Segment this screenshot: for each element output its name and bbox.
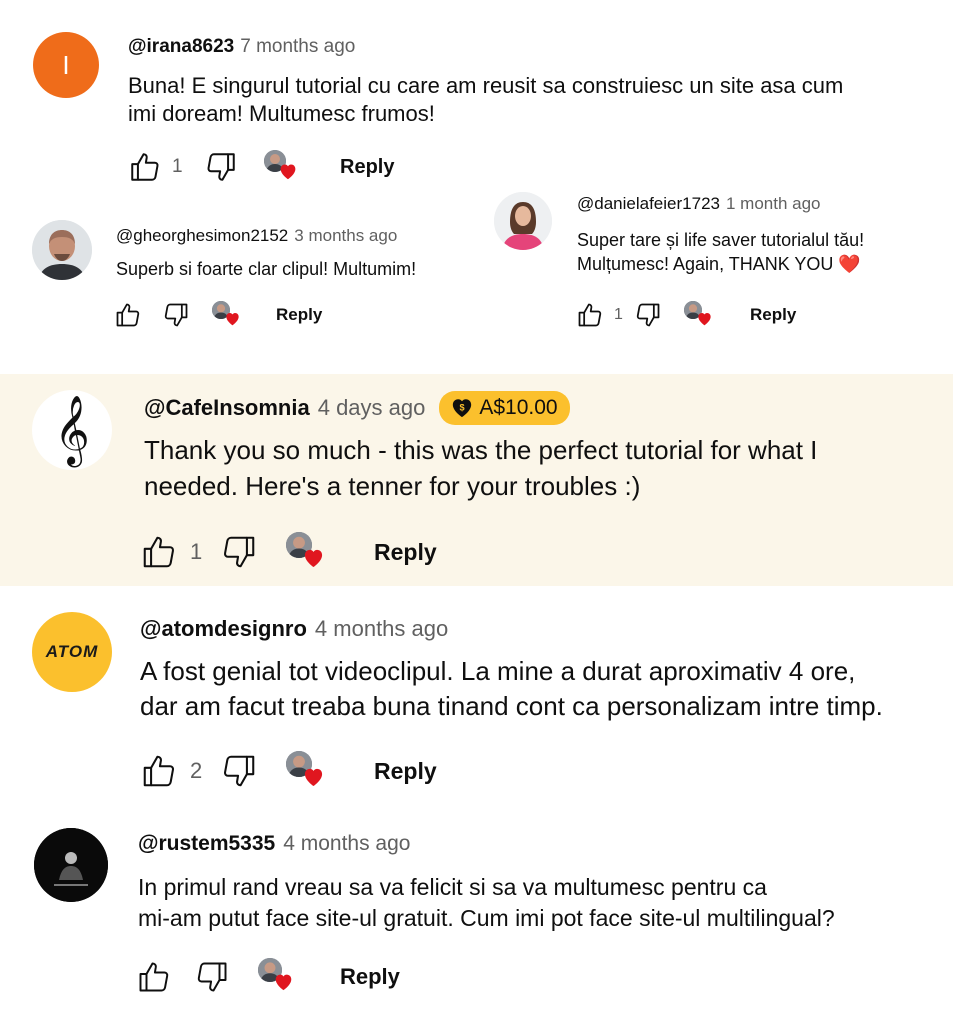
- comment-actions: 1 Reply: [128, 150, 394, 184]
- comment-meta: @irana8623 7 months ago: [128, 36, 355, 58]
- reply-button[interactable]: Reply: [374, 539, 437, 566]
- thumbs-up-icon[interactable]: [140, 752, 178, 790]
- comment-line: In primul rand vreau sa va felicit si sa…: [138, 874, 767, 900]
- thumbs-down-icon[interactable]: [162, 301, 190, 329]
- avatar-letter: I: [62, 49, 70, 80]
- thumbs-up-icon[interactable]: [136, 959, 172, 995]
- reply-button[interactable]: Reply: [374, 758, 437, 785]
- thumbs-down-icon[interactable]: [194, 959, 230, 995]
- comment-actions: 1 Reply: [576, 300, 796, 330]
- comment-line: Thank you so much - this was the perfect…: [144, 435, 818, 465]
- comment-time[interactable]: 4 months ago: [315, 616, 448, 642]
- treble-clef-icon: 𝄞: [54, 395, 90, 465]
- creator-heart-icon: [286, 532, 328, 572]
- comment-text: Superb si foarte clar clipul! Multumim!: [116, 258, 416, 281]
- comment-time[interactable]: 4 months ago: [283, 832, 410, 856]
- creator-heart-icon: [264, 150, 300, 184]
- avatar[interactable]: I: [33, 32, 99, 98]
- reply-button[interactable]: Reply: [340, 964, 400, 990]
- thumbs-down-icon[interactable]: [220, 533, 258, 571]
- comment-time[interactable]: 1 month ago: [726, 194, 821, 214]
- like-count: 2: [190, 758, 203, 783]
- like-count: 1: [614, 306, 623, 323]
- comment-meta: @gheorghesimon2152 3 months ago: [116, 226, 397, 246]
- comment-author[interactable]: @rustem5335: [138, 832, 275, 856]
- comment-meta: @atomdesignro 4 months ago: [140, 616, 448, 642]
- avatar[interactable]: 𝄞: [32, 390, 112, 470]
- comment-author[interactable]: @CafeInsomnia: [144, 395, 310, 421]
- super-thanks-amount: A$10.00: [479, 396, 558, 419]
- comment-actions: 2 Reply: [140, 751, 437, 791]
- avatar[interactable]: ATOM: [32, 612, 112, 692]
- comment-gheorghesimon2152: @gheorghesimon2152 3 months ago Superb s…: [0, 190, 480, 340]
- reply-button[interactable]: Reply: [340, 156, 394, 179]
- comment-line: Super tare și life saver tutorialul tău!: [577, 230, 865, 250]
- comment-author[interactable]: @gheorghesimon2152: [116, 226, 288, 246]
- creator-heart-icon: [212, 301, 242, 329]
- comment-line: Buna! E singurul tutorial cu care am reu…: [128, 73, 844, 98]
- thumbs-up-icon[interactable]: [114, 301, 142, 329]
- comment-text: Buna! E singurul tutorial cu care am reu…: [128, 72, 843, 127]
- creator-heart-icon: [684, 301, 714, 329]
- thumbs-up-icon[interactable]: [576, 301, 604, 329]
- comment-danielafeier1723: @danielafeier1723 1 month ago Super tare…: [480, 180, 953, 340]
- comment-actions: Reply: [114, 300, 322, 330]
- avatar[interactable]: [32, 220, 92, 280]
- comment-atomdesignro: ATOM @atomdesignro 4 months ago A fost g…: [0, 586, 953, 806]
- comment-meta: @danielafeier1723 1 month ago: [577, 194, 821, 214]
- avatar[interactable]: [34, 828, 108, 902]
- comment-line: dar am facut treaba buna tinand cont ca …: [140, 691, 883, 722]
- thumbs-down-icon[interactable]: [220, 752, 258, 790]
- comment-line: needed. Here's a tenner for your trouble…: [144, 471, 641, 502]
- like-count: 1: [172, 156, 183, 177]
- comment-author[interactable]: @atomdesignro: [140, 616, 307, 642]
- comment-line: A fost genial tot videoclipul. La mine a…: [140, 656, 856, 686]
- comment-cafeinsomnia: 𝄞 @CafeInsomnia 4 days ago $ A$10.00 Tha…: [0, 374, 953, 586]
- thumbs-down-icon[interactable]: [634, 301, 662, 329]
- super-thanks-badge[interactable]: $ A$10.00: [439, 391, 570, 425]
- comment-actions: Reply: [136, 958, 400, 996]
- reply-button[interactable]: Reply: [750, 305, 796, 325]
- svg-text:$: $: [460, 402, 465, 412]
- atom-logo: ATOM: [45, 642, 99, 661]
- like-count: 1: [190, 539, 203, 564]
- comment-meta: @rustem5335 4 months ago: [138, 832, 410, 856]
- comment-actions: 1 Reply: [140, 532, 437, 572]
- comment-line: mi-am putut face site-ul gratuit. Cum im…: [138, 905, 835, 932]
- creator-heart-icon: [258, 958, 298, 996]
- comment-time[interactable]: 7 months ago: [240, 36, 355, 58]
- comment-author[interactable]: @irana8623: [128, 36, 234, 58]
- super-thanks-dollar-icon: $: [451, 397, 473, 419]
- comment-author[interactable]: @danielafeier1723: [577, 194, 720, 214]
- comment-rustem5335: @rustem5335 4 months ago In primul rand …: [0, 806, 953, 1024]
- avatar[interactable]: [494, 192, 552, 250]
- comment-text: Super tare și life saver tutorialul tău!…: [577, 228, 864, 277]
- comment-line: imi doream! Multumesc frumos!: [128, 100, 435, 126]
- thumbs-up-icon[interactable]: [128, 150, 162, 184]
- comment-text: In primul rand vreau sa va felicit si sa…: [138, 872, 835, 934]
- comment-irana8623: I @irana8623 7 months ago Buna! E singur…: [0, 0, 953, 190]
- thumbs-down-icon[interactable]: [204, 150, 238, 184]
- creator-heart-icon: [286, 751, 328, 791]
- comment-text: Thank you so much - this was the perfect…: [144, 432, 817, 505]
- thumbs-up-icon[interactable]: [140, 533, 178, 571]
- comment-meta: @CafeInsomnia 4 days ago $ A$10.00: [144, 390, 570, 426]
- comment-text: A fost genial tot videoclipul. La mine a…: [140, 654, 883, 724]
- reply-button[interactable]: Reply: [276, 305, 322, 325]
- comment-line: Mulțumesc! Again, THANK YOU ❤️: [577, 254, 861, 275]
- comment-line: Superb si foarte clar clipul! Multumim!: [116, 259, 417, 279]
- comment-time[interactable]: 4 days ago: [318, 395, 426, 421]
- comment-time[interactable]: 3 months ago: [294, 226, 397, 246]
